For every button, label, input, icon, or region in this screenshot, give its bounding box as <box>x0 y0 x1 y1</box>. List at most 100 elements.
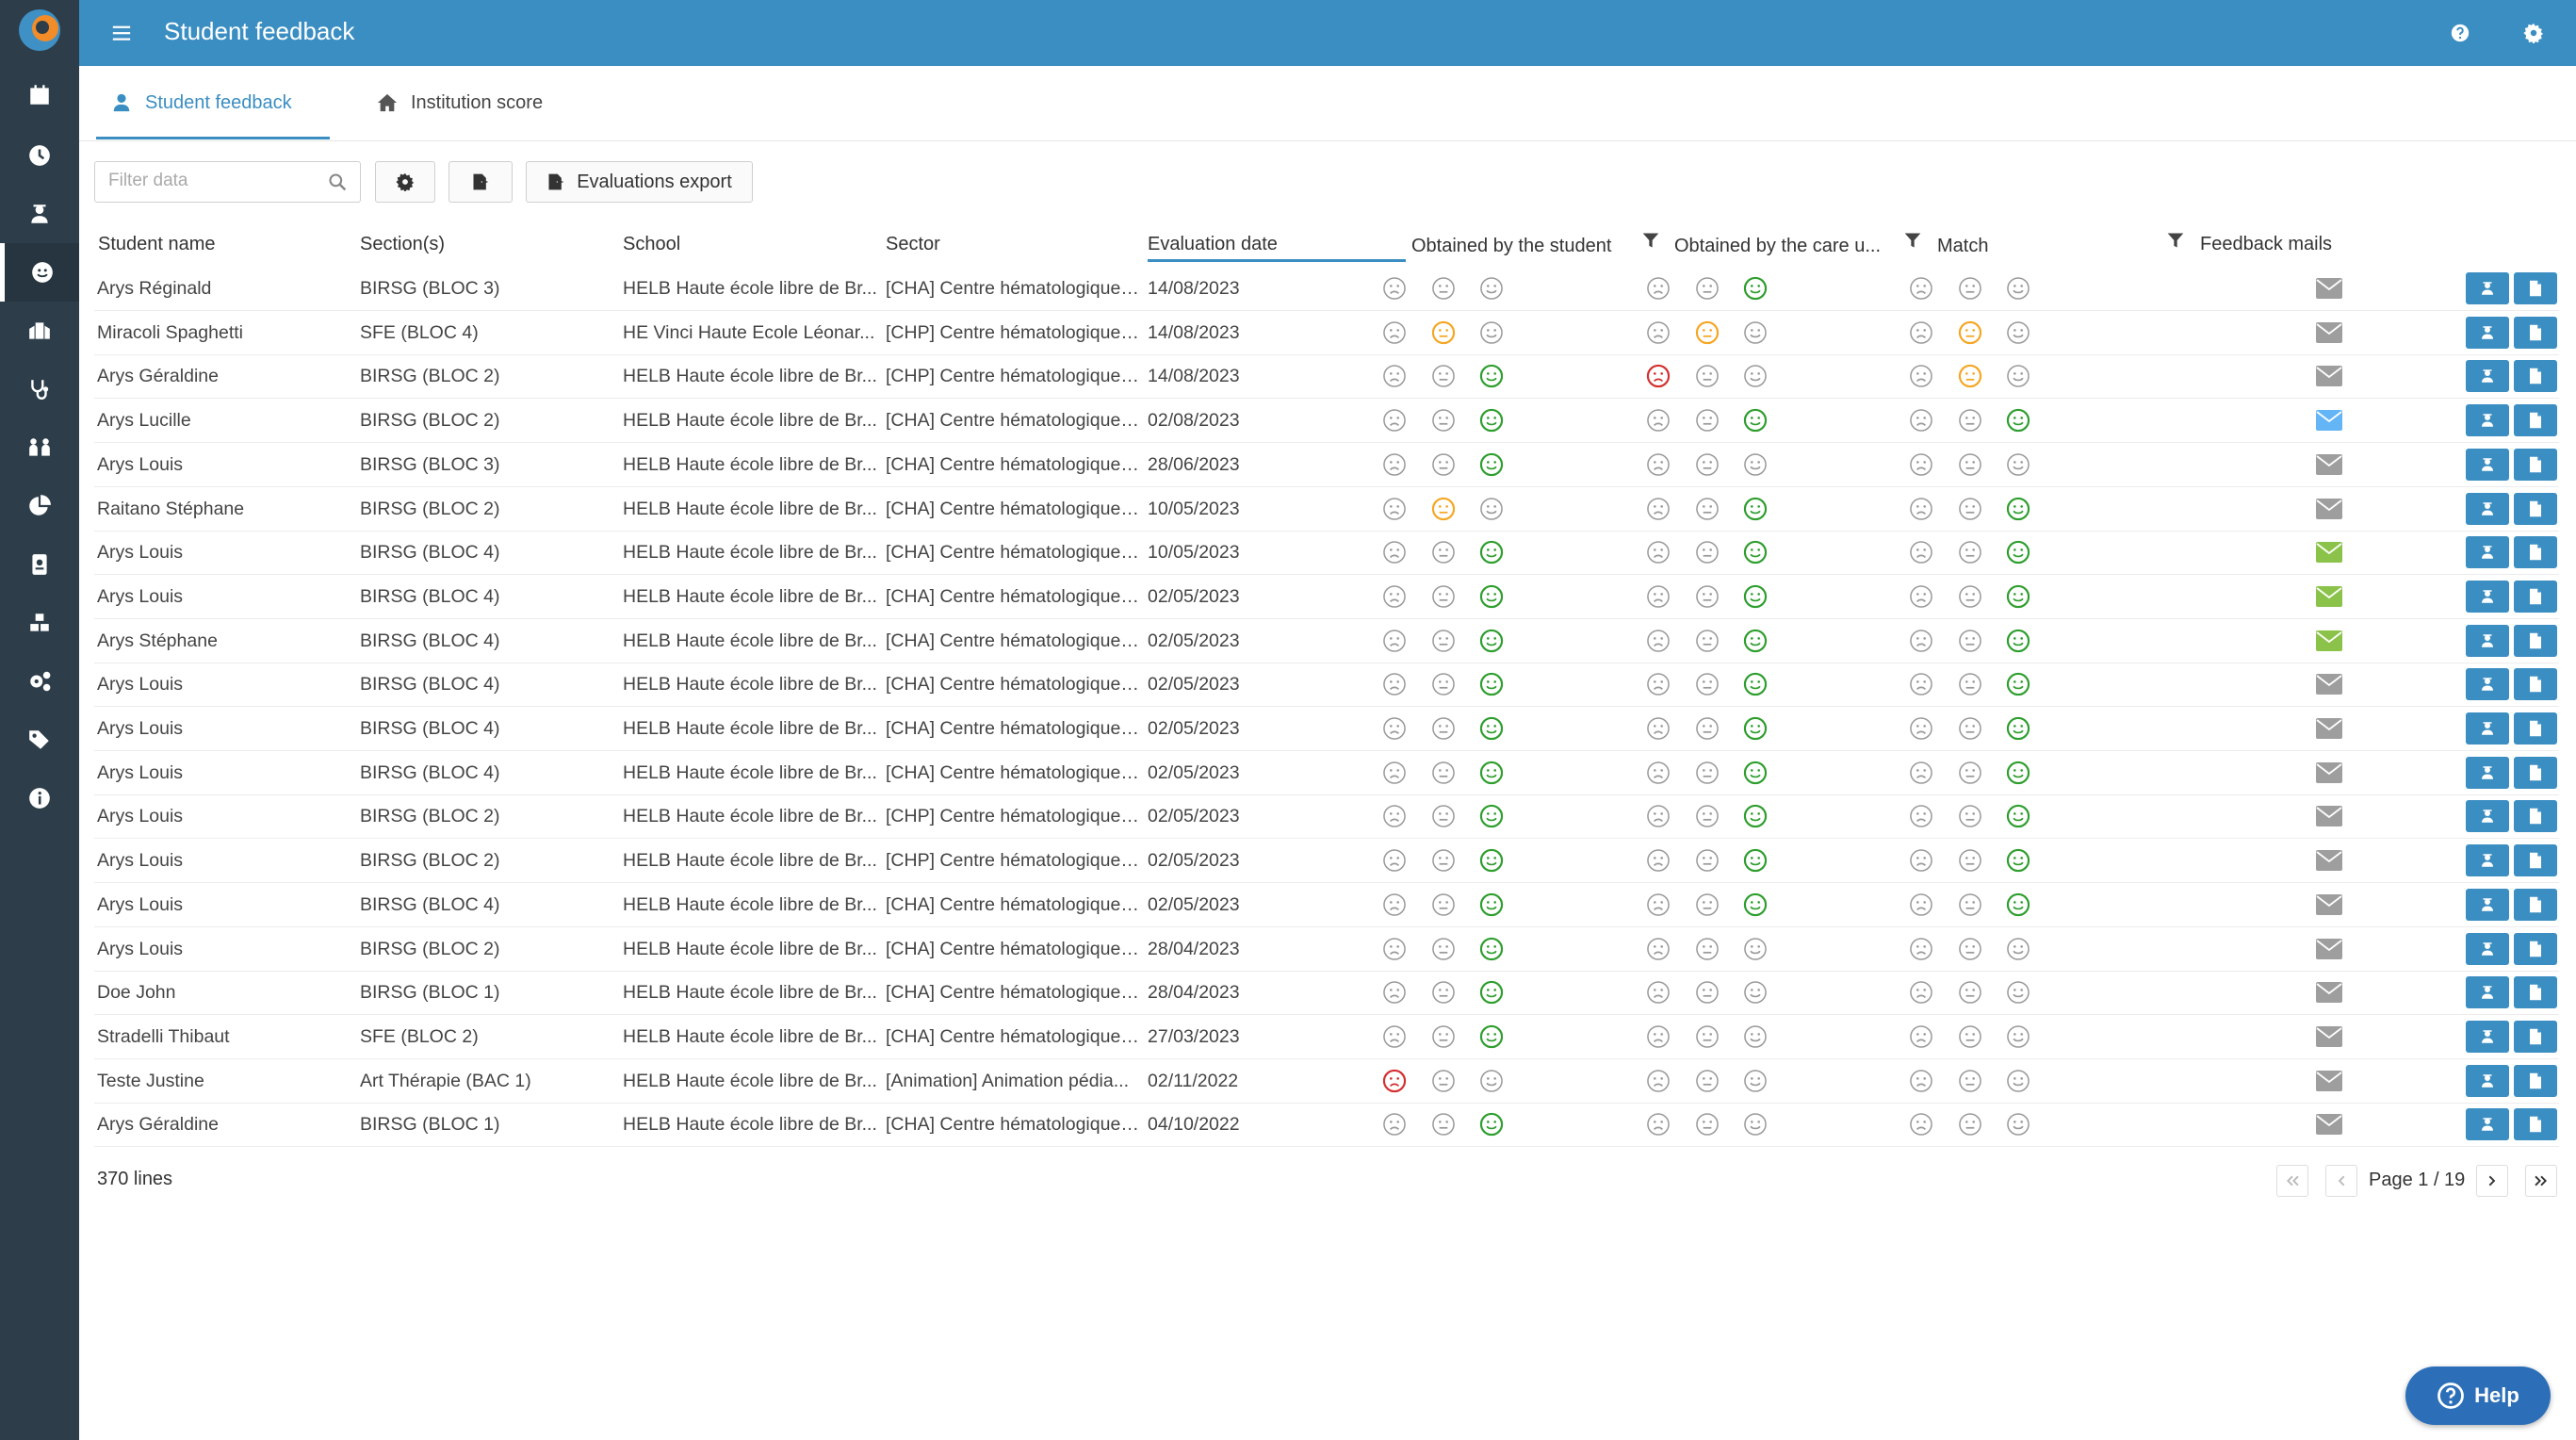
clock-icon[interactable] <box>0 126 79 185</box>
filter-funnel-icon[interactable] <box>2166 230 2185 253</box>
people-icon[interactable] <box>0 418 79 477</box>
student-profile-button[interactable] <box>2466 1108 2509 1141</box>
column-header-sector[interactable]: Sector <box>886 234 940 255</box>
view-document-button[interactable] <box>2514 844 2557 877</box>
column-header-school[interactable]: School <box>623 234 680 255</box>
envelope-icon[interactable] <box>2316 806 2342 827</box>
student-profile-button[interactable] <box>2466 404 2509 437</box>
envelope-icon[interactable] <box>2316 278 2342 299</box>
view-document-button[interactable] <box>2514 932 2557 965</box>
envelope-icon[interactable] <box>2316 938 2342 959</box>
table-row[interactable]: Arys Louis BIRSG (BLOC 4) HELB Haute école… <box>94 575 2559 619</box>
table-row[interactable]: Arys Louis BIRSG (BLOC 2) HELB Haute école… <box>94 794 2559 840</box>
table-row[interactable]: Arys Louis BIRSG (BLOC 4) HELB Haute école… <box>94 883 2559 927</box>
column-header-match[interactable]: Match <box>1937 236 1988 257</box>
hospital-icon[interactable] <box>0 302 79 360</box>
view-document-button[interactable] <box>2514 976 2557 1009</box>
envelope-icon[interactable] <box>2316 1070 2342 1091</box>
table-row[interactable]: Arys Louis BIRSG (BLOC 4) HELB Haute école… <box>94 663 2559 708</box>
table-row[interactable]: Arys Louis BIRSG (BLOC 2) HELB Haute école… <box>94 839 2559 884</box>
table-row[interactable]: Miracoli Spaghetti SFE (BLOC 4) HE Vinci H… <box>94 311 2559 355</box>
envelope-icon[interactable] <box>2316 674 2342 695</box>
view-document-button[interactable] <box>2514 624 2557 657</box>
export-button[interactable] <box>448 161 513 203</box>
view-document-button[interactable] <box>2514 888 2557 921</box>
view-document-button[interactable] <box>2514 712 2557 745</box>
first-page-button[interactable] <box>2276 1165 2308 1197</box>
filter-input[interactable] <box>108 162 325 200</box>
help-button[interactable]: Help <box>2405 1366 2551 1425</box>
envelope-icon[interactable] <box>2316 542 2342 564</box>
envelope-icon[interactable] <box>2316 1025 2342 1047</box>
envelope-icon[interactable] <box>2316 850 2342 872</box>
next-page-button[interactable] <box>2476 1165 2508 1197</box>
app-logo[interactable] <box>19 9 60 51</box>
settings-gear-icon[interactable] <box>2519 19 2548 47</box>
table-row[interactable]: Raitano Stéphane BIRSG (BLOC 2) HELB Haute… <box>94 487 2559 532</box>
table-row[interactable]: Arys Lucille BIRSG (BLOC 2) HELB Haute éco… <box>94 399 2559 444</box>
table-row[interactable]: Arys Louis BIRSG (BLOC 4) HELB Haute école… <box>94 707 2559 751</box>
student-profile-button[interactable] <box>2466 316 2509 349</box>
student-profile-button[interactable] <box>2466 1064 2509 1097</box>
column-header-section[interactable]: Section(s) <box>360 234 445 255</box>
table-row[interactable]: Teste Justine Art Thérapie (BAC 1) HELB Ha… <box>94 1059 2559 1104</box>
tab-student-feedback[interactable]: Student feedback <box>96 92 330 139</box>
envelope-icon[interactable] <box>2316 893 2342 915</box>
table-row[interactable]: Stradelli Thibaut SFE (BLOC 2) HELB Haute … <box>94 1015 2559 1059</box>
envelope-icon[interactable] <box>2316 321 2342 343</box>
view-document-button[interactable] <box>2514 800 2557 833</box>
student-profile-button[interactable] <box>2466 492 2509 525</box>
tags-icon[interactable] <box>0 711 79 769</box>
view-document-button[interactable] <box>2514 1020 2557 1053</box>
table-row[interactable]: Arys Louis BIRSG (BLOC 2) HELB Haute école… <box>94 927 2559 972</box>
table-row[interactable]: Arys Stéphane BIRSG (BLOC 4) HELB Haute éc… <box>94 619 2559 663</box>
student-profile-button[interactable] <box>2466 668 2509 701</box>
envelope-icon[interactable] <box>2316 1114 2342 1136</box>
table-row[interactable]: Arys Géraldine BIRSG (BLOC 2) HELB Haute é… <box>94 354 2559 400</box>
view-document-button[interactable] <box>2514 492 2557 525</box>
student-profile-button[interactable] <box>2466 536 2509 569</box>
student-icon[interactable] <box>0 185 79 243</box>
student-profile-button[interactable] <box>2466 272 2509 304</box>
envelope-icon[interactable] <box>2316 982 2342 1004</box>
view-document-button[interactable] <box>2514 404 2557 437</box>
table-row[interactable]: Arys Louis BIRSG (BLOC 4) HELB Haute école… <box>94 751 2559 795</box>
table-row[interactable]: Arys Géraldine BIRSG (BLOC 1) HELB Haute é… <box>94 1103 2559 1148</box>
envelope-icon[interactable] <box>2316 410 2342 432</box>
table-row[interactable]: Arys Louis BIRSG (BLOC 3) HELB Haute école… <box>94 443 2559 487</box>
previous-page-button[interactable] <box>2325 1165 2357 1197</box>
view-document-button[interactable] <box>2514 536 2557 569</box>
student-profile-button[interactable] <box>2466 360 2509 393</box>
view-document-button[interactable] <box>2514 272 2557 304</box>
student-profile-button[interactable] <box>2466 448 2509 481</box>
last-page-button[interactable] <box>2525 1165 2557 1197</box>
help-circle-icon[interactable] <box>2446 19 2474 47</box>
stethoscope-icon[interactable] <box>0 360 79 418</box>
envelope-icon[interactable] <box>2316 585 2342 607</box>
student-profile-button[interactable] <box>2466 580 2509 613</box>
view-document-button[interactable] <box>2514 360 2557 393</box>
badge-icon[interactable] <box>0 535 79 594</box>
envelope-icon[interactable] <box>2316 718 2342 739</box>
view-document-button[interactable] <box>2514 580 2557 613</box>
calendar-icon[interactable] <box>0 66 79 124</box>
cogs-icon[interactable] <box>0 652 79 711</box>
view-document-button[interactable] <box>2514 1108 2557 1141</box>
envelope-icon[interactable] <box>2316 630 2342 651</box>
column-header-date[interactable]: Evaluation date <box>1148 234 1406 262</box>
envelope-icon[interactable] <box>2316 453 2342 475</box>
column-header-by-care[interactable]: Obtained by the care u... <box>1674 236 1881 257</box>
student-profile-button[interactable] <box>2466 756 2509 789</box>
view-document-button[interactable] <box>2514 448 2557 481</box>
column-settings-button[interactable] <box>375 161 435 203</box>
hamburger-menu-icon[interactable] <box>109 19 134 47</box>
filter-funnel-icon[interactable] <box>1903 230 1922 253</box>
student-profile-button[interactable] <box>2466 1020 2509 1053</box>
smile-icon[interactable] <box>0 243 79 302</box>
view-document-button[interactable] <box>2514 316 2557 349</box>
tab-institution-score[interactable]: Institution score <box>362 92 569 139</box>
envelope-icon[interactable] <box>2316 498 2342 519</box>
evaluations-export-button[interactable]: Evaluations export <box>526 161 753 203</box>
cubes-icon[interactable] <box>0 594 79 652</box>
info-icon[interactable] <box>0 769 79 827</box>
